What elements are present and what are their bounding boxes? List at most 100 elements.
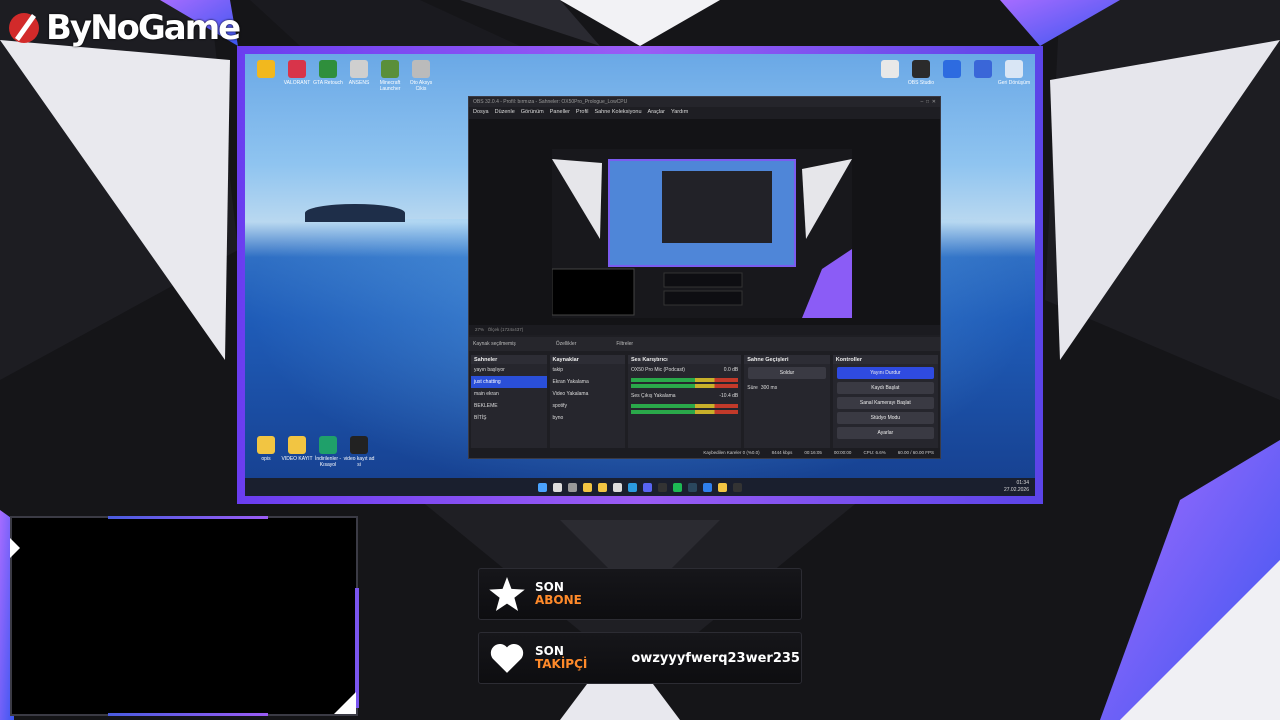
source-label: Video Yakalama — [552, 391, 589, 397]
store-icon[interactable] — [613, 482, 622, 492]
scene-item[interactable]: BİTİŞ — [471, 412, 547, 424]
controls-title: Kontroller — [832, 355, 938, 364]
obs-zoom-bar[interactable]: 27% Ölçek (1724x437) — [469, 325, 940, 335]
volume-meter[interactable] — [631, 384, 739, 388]
desktop-shortcut-0[interactable] — [249, 60, 283, 80]
obs-docks: Sahneler yayın başlıyor just chatting main… — [469, 355, 940, 451]
desktop-shortcut-b3[interactable]: video kayıt ad si — [342, 436, 376, 468]
desktop-shortcut-b1[interactable]: VIDEO KAYIT — [280, 436, 314, 462]
webcam-frame — [10, 516, 359, 716]
desktop-shortcut-label: VALORANT — [283, 80, 311, 86]
desktop-shortcut-2[interactable]: GTA Retouch — [311, 60, 345, 86]
source-item[interactable]: byno — [550, 412, 626, 424]
last-subscriber-panel: SON ABONE — [478, 568, 802, 620]
taskbar-icons — [538, 482, 742, 492]
obs-taskbar-icon[interactable] — [733, 482, 742, 492]
brand-name: ByNoGame — [46, 8, 241, 48]
chrome-icon[interactable] — [583, 482, 592, 492]
mixer-track-name: Ses Çıkış Yakalama — [631, 393, 676, 399]
mixer-track-db: 0.0 dB — [723, 367, 739, 373]
scene-item[interactable]: BEKLEME — [471, 400, 547, 412]
duration-value[interactable]: 300 ms — [761, 385, 777, 391]
explorer-icon[interactable] — [598, 482, 607, 492]
recycle-bin-icon — [1005, 60, 1023, 78]
desktop-shortcut-r2[interactable] — [935, 60, 969, 80]
sources-title: Kaynaklar — [549, 355, 625, 364]
control-button[interactable]: Ayarlar — [836, 427, 934, 439]
obs-menu-item[interactable]: Araçlar — [648, 109, 665, 115]
chrome-icon[interactable] — [718, 482, 727, 492]
search-icon[interactable] — [553, 482, 562, 492]
window-controls[interactable]: – □ ✕ — [920, 99, 936, 105]
scene-item[interactable]: yayın başlıyor — [471, 364, 547, 376]
obs-window[interactable]: OBS 32.0.4 - Profil: bırmıza - Sahneler:… — [468, 96, 941, 459]
transition-select[interactable]: Soldur — [748, 367, 826, 379]
volume-meter[interactable] — [631, 378, 739, 382]
desktop-shortcut-b0[interactable]: opis — [249, 436, 283, 462]
system-tray-clock[interactable]: 01:34 27.02.2026 — [1004, 480, 1029, 494]
properties-button[interactable]: Özellikler — [556, 341, 577, 347]
discord-icon[interactable] — [643, 482, 652, 492]
source-item[interactable]: Video Yakalama — [550, 388, 626, 400]
mixer-title: Ses Karıştırıcı — [628, 355, 742, 364]
cam-accent-top — [108, 516, 268, 519]
obs-taskbar-icon[interactable] — [658, 482, 667, 492]
desktop-shortcut-r4[interactable]: Geri Dönüşüm — [997, 60, 1031, 86]
volume-meter[interactable] — [631, 410, 739, 414]
duration-row[interactable]: Süre 300 ms — [744, 382, 829, 394]
obs-menu-item[interactable]: Dosya — [473, 109, 489, 115]
obs-menu-item[interactable]: Paneller — [550, 109, 570, 115]
cam-corner-triangle-left — [10, 538, 20, 558]
obs-titlebar[interactable]: OBS 32.0.4 - Profil: bırmıza - Sahneler:… — [469, 97, 940, 107]
desktop-shortcut-1[interactable]: VALORANT — [280, 60, 314, 86]
obs-menu-item[interactable]: Sahne Koleksiyonu — [594, 109, 641, 115]
vscode-icon[interactable] — [703, 482, 712, 492]
obs-statusbar: Kaybedilen Kareler 0 (%0.0) 8444 kbps 00… — [469, 448, 940, 458]
source-item[interactable]: takip — [550, 364, 626, 376]
desktop-screen: VALORANT GTA Retouch ANSENS Minecraft Launc… — [245, 54, 1035, 496]
desktop-shortcut-r1[interactable]: OBS Studio — [904, 60, 938, 86]
obs-menu-item[interactable]: Düzenle — [495, 109, 515, 115]
control-button[interactable]: Sanal Kamerayı Başlat — [836, 397, 934, 409]
edge-icon[interactable] — [628, 482, 637, 492]
volume-meter[interactable] — [631, 404, 739, 408]
no-source-selected: Kaynak seçilmemiş — [473, 341, 516, 347]
filters-button[interactable]: Filtreler — [616, 341, 633, 347]
follow-line2: TAKİPÇİ — [535, 657, 588, 671]
control-button[interactable]: Kaydı Başlat — [836, 382, 934, 394]
transitions-title: Sahne Geçişleri — [744, 355, 830, 364]
clapper-icon — [350, 436, 368, 454]
zoom-level[interactable]: 27% — [475, 327, 484, 332]
spotify-icon[interactable] — [673, 482, 682, 492]
obs-menu-item[interactable]: Profil — [576, 109, 589, 115]
desktop-shortcut-b2[interactable]: İndirilenler - Kısayol — [311, 436, 345, 468]
scenes-title: Sahneler — [471, 355, 547, 364]
desktop-shortcut-r0[interactable] — [873, 60, 907, 80]
desktop-shortcut-r3[interactable] — [966, 60, 1000, 80]
source-item[interactable]: Ekran Yakalama — [550, 376, 626, 388]
scene-item[interactable]: just chatting — [471, 376, 547, 388]
control-button[interactable]: Stüdyo Modu — [836, 412, 934, 424]
obs-menu-item[interactable]: Yardım — [671, 109, 688, 115]
follow-labels: SON TAKİPÇİ — [535, 645, 587, 671]
minecraft-icon — [381, 60, 399, 78]
knife-icon — [350, 60, 368, 78]
taskview-icon[interactable] — [568, 482, 577, 492]
source-label: spotify — [552, 403, 567, 409]
desktop-shortcut-label: opis — [261, 456, 271, 462]
valorant-icon — [288, 60, 306, 78]
obs-preview[interactable] — [469, 119, 940, 325]
cam-accent-bottom — [108, 713, 268, 716]
source-item[interactable]: spotify — [550, 400, 626, 412]
desktop-shortcut-4[interactable]: Minecraft Launcher — [373, 60, 407, 92]
windows-icon[interactable] — [538, 482, 547, 492]
control-button[interactable]: Yayını Durdur — [836, 367, 934, 379]
steam-icon[interactable] — [688, 482, 697, 492]
obs-menu-item[interactable]: Görünüm — [521, 109, 544, 115]
gta-icon — [319, 60, 337, 78]
taskbar: 01:34 27.02.2026 — [245, 478, 1035, 496]
desktop-shortcut-3[interactable]: ANSENS — [342, 60, 376, 86]
scene-item[interactable]: main ekran — [471, 388, 547, 400]
mixer-track: Ses Çıkış Yakalama -10.4 dB — [628, 390, 741, 402]
desktop-shortcut-5[interactable]: Oto Aksys Cikis — [404, 60, 438, 92]
